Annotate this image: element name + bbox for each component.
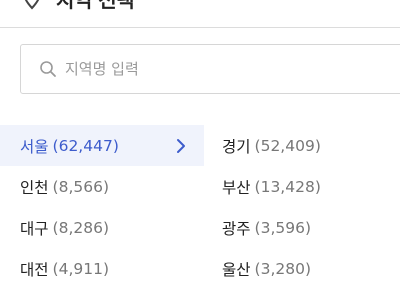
region-name: 광주 (222, 219, 251, 238)
region-column-right: 경기 (52,409) 부산 (13,428) 광주 (3,596) 울산 (3… (204, 125, 400, 289)
search-icon (40, 61, 56, 77)
region-item-seoul[interactable]: 서울 (62,447) (0, 125, 204, 166)
region-count: (3,596) (254, 218, 311, 237)
search-box[interactable] (20, 44, 400, 94)
region-count: (62,447) (52, 136, 119, 155)
region-name: 부산 (222, 178, 251, 197)
region-name: 서울 (20, 137, 49, 156)
region-name: 경기 (222, 137, 251, 156)
search-input[interactable] (65, 60, 365, 78)
region-item-gyeonggi[interactable]: 경기 (52,409) (204, 125, 400, 166)
region-count: (52,409) (254, 136, 321, 155)
header-divider (0, 27, 400, 28)
region-count: (13,428) (254, 177, 321, 196)
region-count: (8,566) (52, 177, 109, 196)
region-column-left: 서울 (62,447) 인천 (8,566) 대구 (8,286) 대전 (4,… (0, 125, 204, 289)
region-item-daegu[interactable]: 대구 (8,286) (0, 207, 204, 248)
region-item-incheon[interactable]: 인천 (8,566) (0, 166, 204, 207)
chevron-right-icon (177, 138, 185, 153)
region-count: (3,280) (254, 259, 311, 278)
region-name: 인천 (20, 178, 49, 197)
region-count: (8,286) (52, 218, 109, 237)
region-count: (4,911) (52, 259, 109, 278)
region-item-ulsan[interactable]: 울산 (3,280) (204, 248, 400, 289)
region-name: 울산 (222, 260, 251, 279)
location-pin-icon (24, 0, 40, 10)
region-name: 대구 (20, 219, 49, 238)
region-item-busan[interactable]: 부산 (13,428) (204, 166, 400, 207)
region-item-daejeon[interactable]: 대전 (4,911) (0, 248, 204, 289)
page-title: 지역 선택 (56, 0, 135, 13)
region-item-gwangju[interactable]: 광주 (3,596) (204, 207, 400, 248)
region-name: 대전 (20, 260, 49, 279)
header: 지역 선택 (0, 0, 400, 12)
region-selector: 지역 선택 서울 (62,447) 인천 (8,566) 대구 (8,2 (0, 0, 400, 300)
